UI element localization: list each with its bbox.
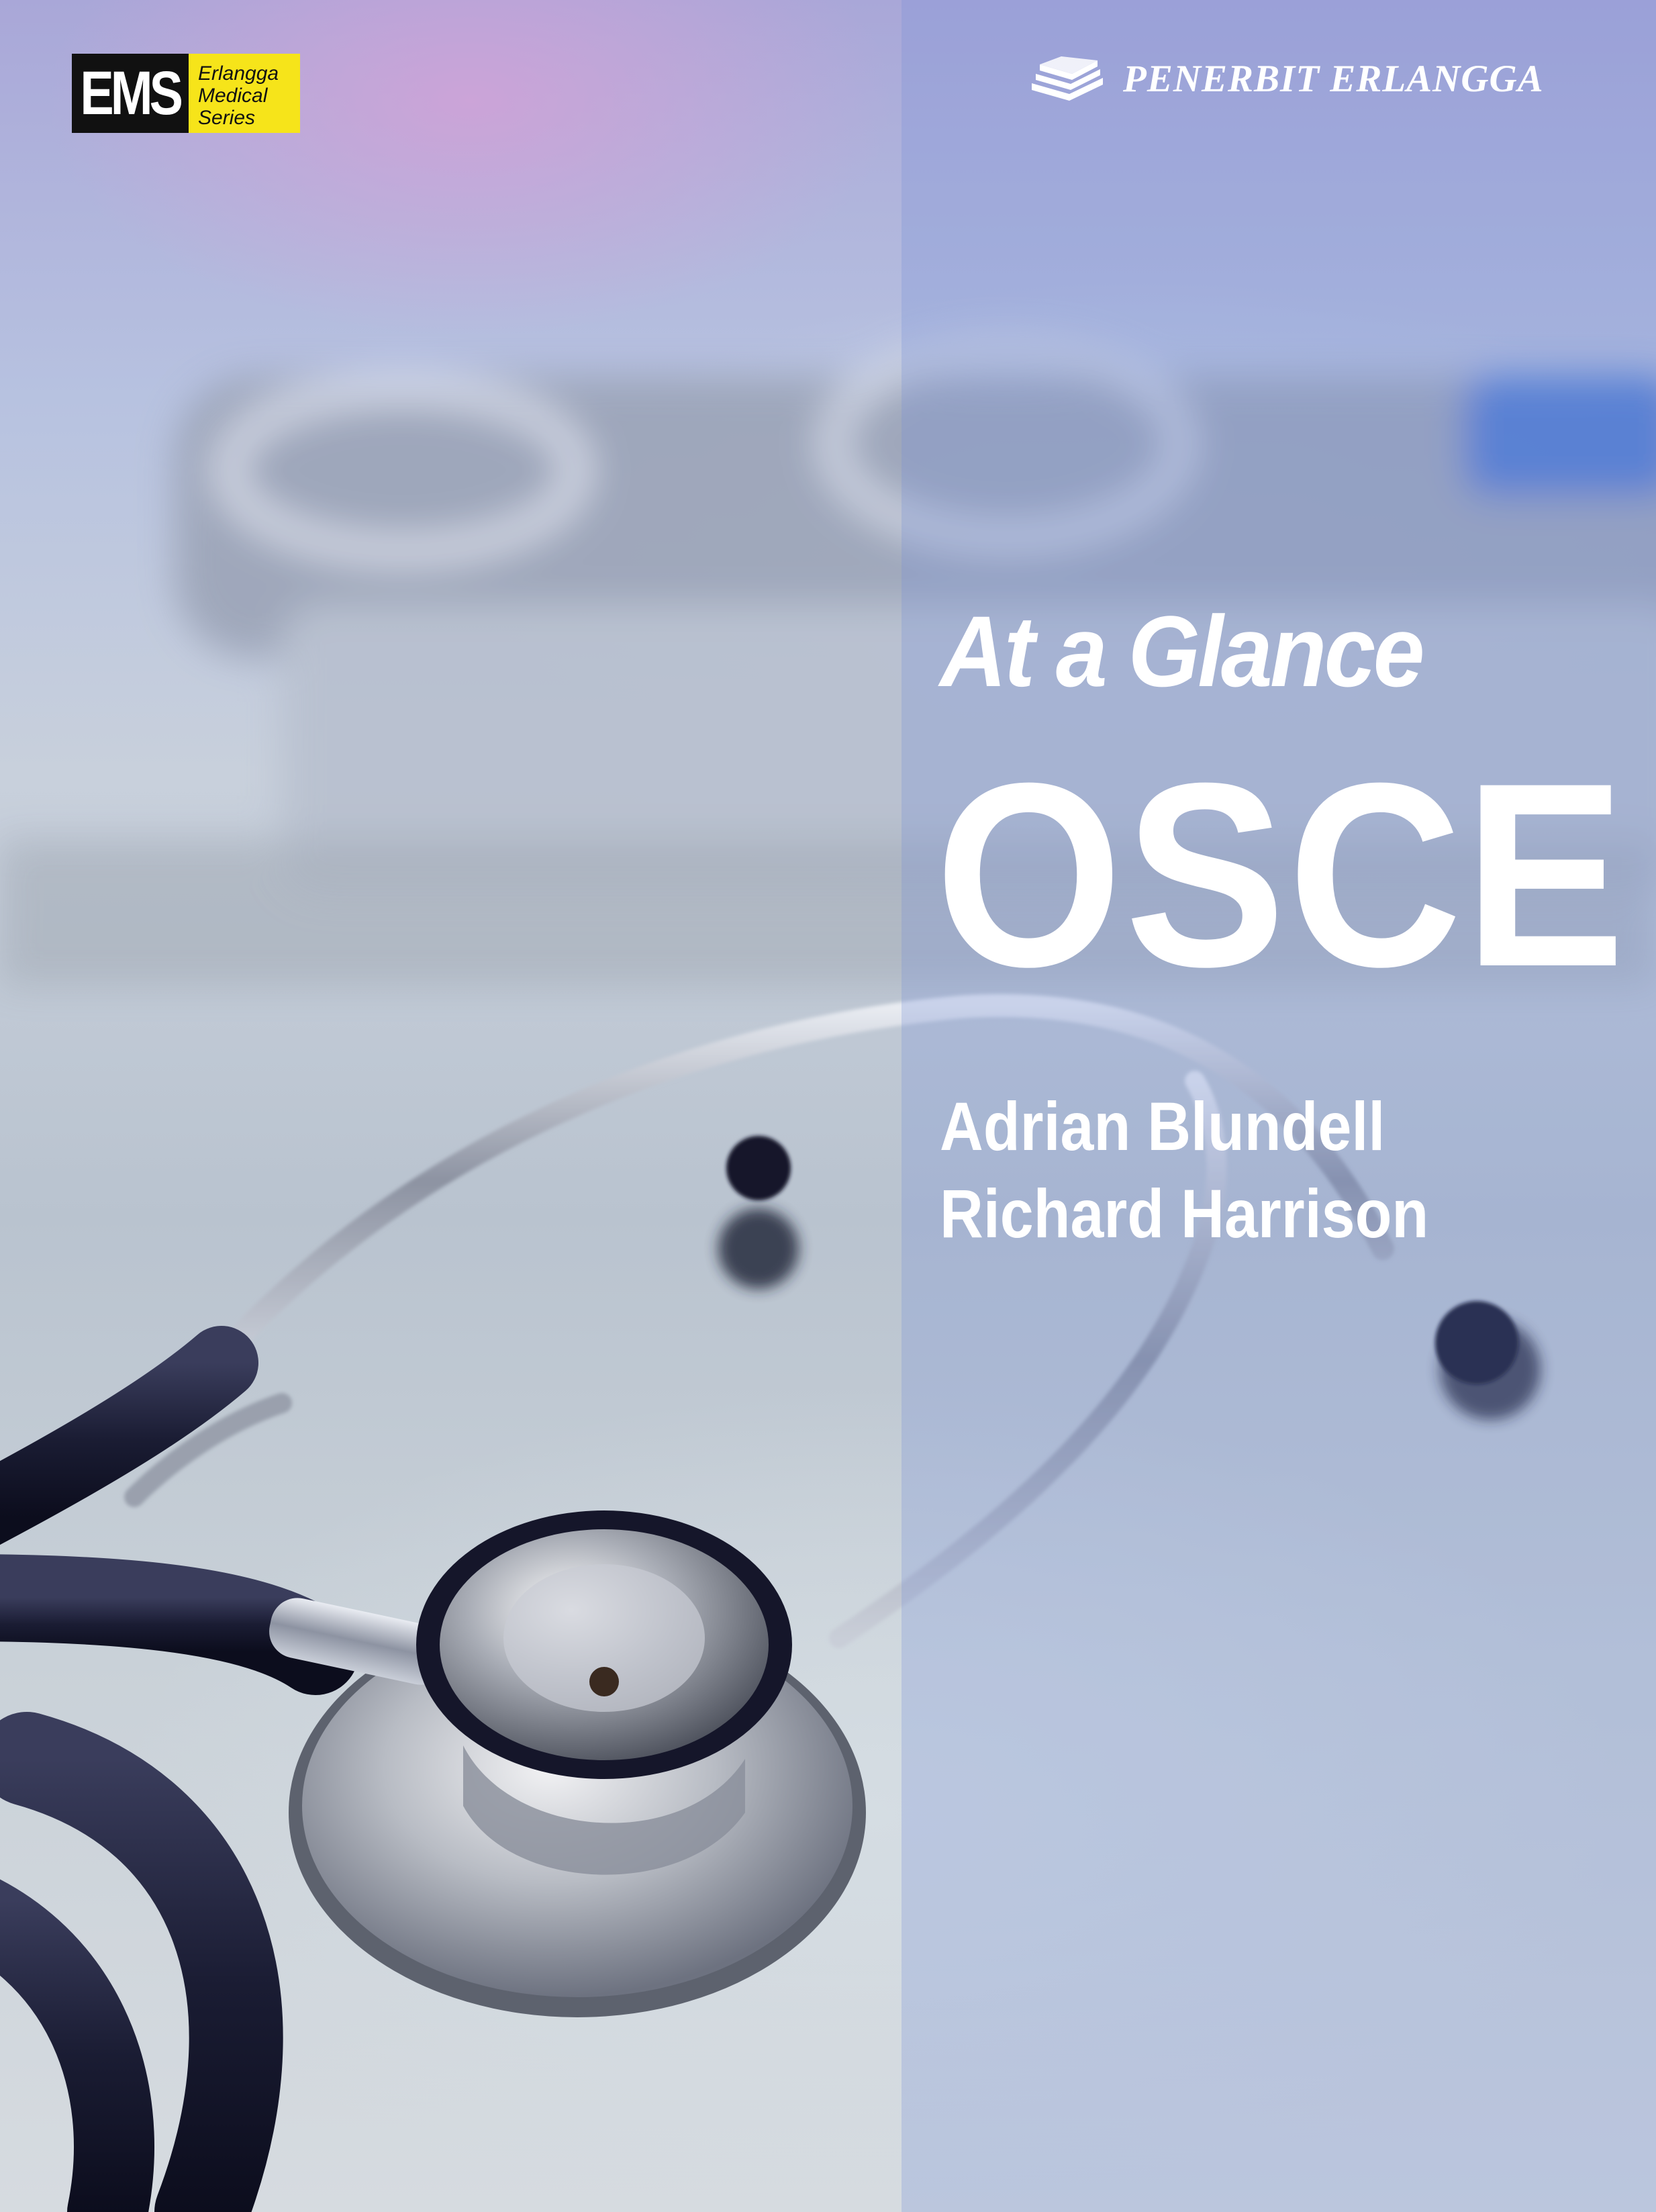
author-1: Adrian Blundell <box>940 1088 1385 1165</box>
series-badge: EMS Erlangga Medical Series <box>72 54 300 133</box>
series-badge-name-box: Erlangga Medical Series <box>189 54 300 133</box>
series-title: At a Glance <box>940 595 1424 708</box>
book-title: OSCE <box>935 728 1628 1021</box>
series-badge-abbr-box: EMS <box>72 54 189 133</box>
series-badge-line-3: Series <box>198 106 256 129</box>
publisher-name: PENERBIT ERLANGGA <box>1123 57 1544 100</box>
publisher: PENERBIT ERLANGGA <box>1030 55 1544 102</box>
author-2: Richard Harrison <box>940 1175 1429 1252</box>
series-badge-abbr: EMS <box>80 58 184 128</box>
series-badge-line-1: Erlangga <box>198 62 279 85</box>
stacked-books-icon <box>1032 56 1103 101</box>
book-cover: EMS Erlangga Medical Series PENERBIT ERL… <box>0 0 1656 2212</box>
series-badge-line-2: Medical <box>198 84 268 107</box>
